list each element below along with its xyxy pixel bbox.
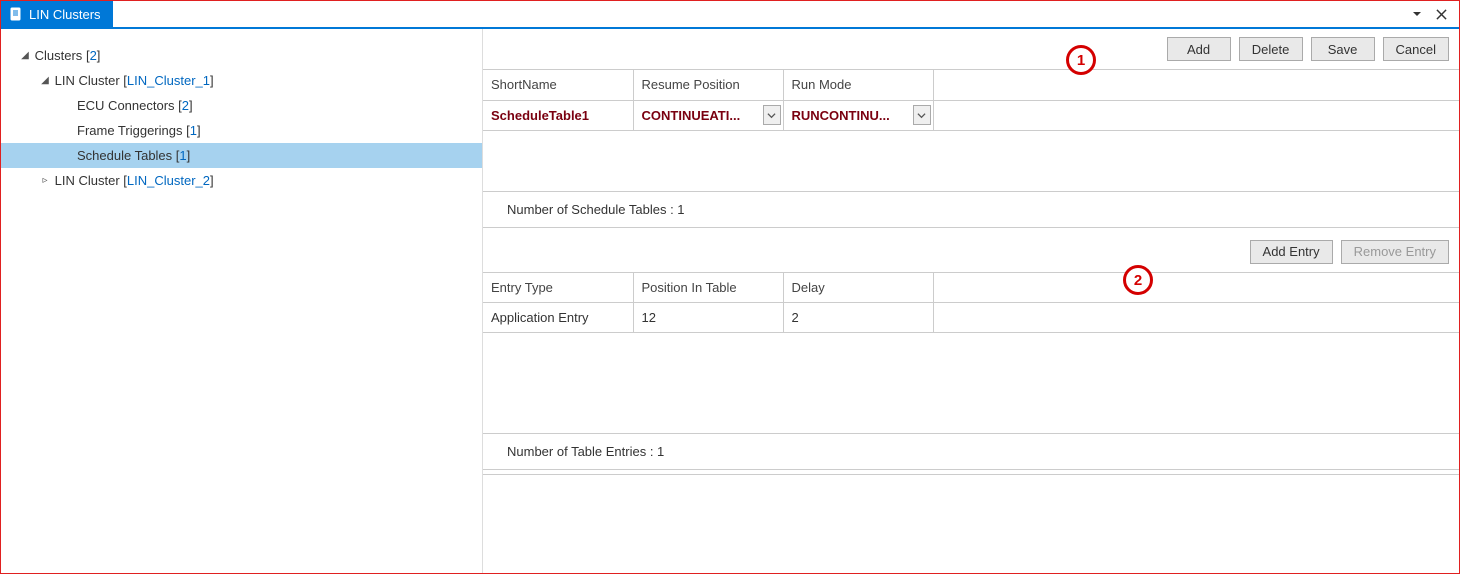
tree-root[interactable]: ◢ Clusters [ 2 ] — [1, 43, 482, 68]
callout-2: 2 — [1123, 265, 1153, 295]
tree-st-count: 1 — [179, 148, 186, 163]
tree-cluster-1-link[interactable]: LIN_Cluster_1 — [127, 73, 210, 88]
cell-spacer — [933, 100, 1459, 130]
cell-run-text: RUNCONTINU... — [792, 108, 890, 123]
tree-cluster-1[interactable]: ◢ LIN Cluster [ LIN_Cluster_1 ] — [1, 68, 482, 93]
col-shortname[interactable]: ShortName — [483, 70, 633, 100]
grid-schedule-tables: ShortName Resume Position Run Mode Sched… — [483, 70, 1459, 131]
close-icon[interactable] — [1433, 6, 1449, 22]
remove-entry-button[interactable]: Remove Entry — [1341, 240, 1449, 264]
tab-lin-clusters[interactable]: LIN Clusters — [1, 1, 113, 27]
table-row[interactable]: ScheduleTable1 CONTINUEATI... RUNCONTINU… — [483, 100, 1459, 130]
tree-cluster-2-label: LIN Cluster — [55, 173, 120, 188]
content: Add Delete Save Cancel ShortName Resume … — [483, 29, 1459, 573]
chevron-down-icon[interactable] — [913, 105, 931, 125]
cell-resume-position[interactable]: CONTINUEATI... — [633, 100, 783, 130]
chevron-down-icon[interactable] — [763, 105, 781, 125]
tree-ecu-connectors[interactable]: ECU Connectors [ 2 ] — [1, 93, 482, 118]
callout-1: 1 — [1066, 45, 1096, 75]
cell-run-mode[interactable]: RUNCONTINU... — [783, 100, 933, 130]
grid-table-entries: Entry Type Position In Table Delay Appli… — [483, 273, 1459, 334]
cell-entry-type[interactable]: Application Entry — [483, 303, 633, 333]
minimize-icon[interactable] — [1409, 6, 1425, 22]
sidebar: ◢ Clusters [ 2 ] ◢ LIN Cluster [ LIN_Clu… — [1, 29, 483, 573]
cell-resume-text: CONTINUEATI... — [642, 108, 741, 123]
app-frame: LIN Clusters ◢ Clusters [ 2 ] — [0, 0, 1460, 574]
add-entry-button[interactable]: Add Entry — [1250, 240, 1333, 264]
blank-panel — [483, 474, 1459, 573]
titlebar: LIN Clusters — [1, 1, 1459, 29]
col-delay[interactable]: Delay — [783, 273, 933, 303]
grid-empty-space — [483, 131, 1459, 191]
grid-header-row: ShortName Resume Position Run Mode — [483, 70, 1459, 100]
toolbar-schedule-tables: Add Delete Save Cancel — [483, 29, 1459, 70]
table-row[interactable]: Application Entry 12 2 — [483, 303, 1459, 333]
delete-button[interactable]: Delete — [1239, 37, 1303, 61]
caret-right-icon: ▹ — [39, 175, 51, 186]
tree-cluster-1-label: LIN Cluster — [55, 73, 120, 88]
tree-ft-label: Frame Triggerings — [77, 123, 182, 138]
toolbar-table-entries: Add Entry Remove Entry — [483, 232, 1459, 273]
tab-title: LIN Clusters — [29, 7, 101, 22]
tree-root-label: Clusters — [35, 48, 83, 63]
tree-schedule-tables[interactable]: Schedule Tables [ 1 ] — [1, 143, 482, 168]
col-position[interactable]: Position In Table — [633, 273, 783, 303]
cell-position[interactable]: 12 — [633, 303, 783, 333]
tree-ecu-count: 2 — [182, 98, 189, 113]
tree-ecu-label: ECU Connectors — [77, 98, 175, 113]
status-table-entries: Number of Table Entries : 1 — [483, 433, 1459, 469]
save-button[interactable]: Save — [1311, 37, 1375, 61]
cell-delay[interactable]: 2 — [783, 303, 933, 333]
tree-frame-triggerings[interactable]: Frame Triggerings [ 1 ] — [1, 118, 482, 143]
tree-cluster-2[interactable]: ▹ LIN Cluster [ LIN_Cluster_2 ] — [1, 168, 482, 193]
tree-cluster-2-link[interactable]: LIN_Cluster_2 — [127, 173, 210, 188]
col-run-mode[interactable]: Run Mode — [783, 70, 933, 100]
cell-shortname[interactable]: ScheduleTable1 — [483, 100, 633, 130]
grid-header-row: Entry Type Position In Table Delay — [483, 273, 1459, 303]
col-resume-position[interactable]: Resume Position — [633, 70, 783, 100]
titlebar-controls — [1409, 1, 1459, 27]
col-spacer — [933, 273, 1459, 303]
workspace: ◢ Clusters [ 2 ] ◢ LIN Cluster [ LIN_Clu… — [1, 29, 1459, 573]
panel-schedule-tables: Add Delete Save Cancel ShortName Resume … — [483, 29, 1459, 228]
tree: ◢ Clusters [ 2 ] ◢ LIN Cluster [ LIN_Clu… — [1, 43, 482, 193]
add-button[interactable]: Add — [1167, 37, 1231, 61]
caret-down-icon: ◢ — [39, 75, 51, 86]
status-schedule-tables: Number of Schedule Tables : 1 — [483, 191, 1459, 227]
panel-table-entries: Add Entry Remove Entry Entry Type Positi… — [483, 232, 1459, 471]
document-icon — [9, 7, 23, 21]
tree-root-count: 2 — [90, 48, 97, 63]
caret-down-icon: ◢ — [19, 50, 31, 61]
cell-spacer — [933, 303, 1459, 333]
cancel-button[interactable]: Cancel — [1383, 37, 1449, 61]
tree-st-label: Schedule Tables — [77, 148, 172, 163]
grid-empty-space — [483, 333, 1459, 433]
col-spacer — [933, 70, 1459, 100]
col-entry-type[interactable]: Entry Type — [483, 273, 633, 303]
tree-ft-count: 1 — [190, 123, 197, 138]
